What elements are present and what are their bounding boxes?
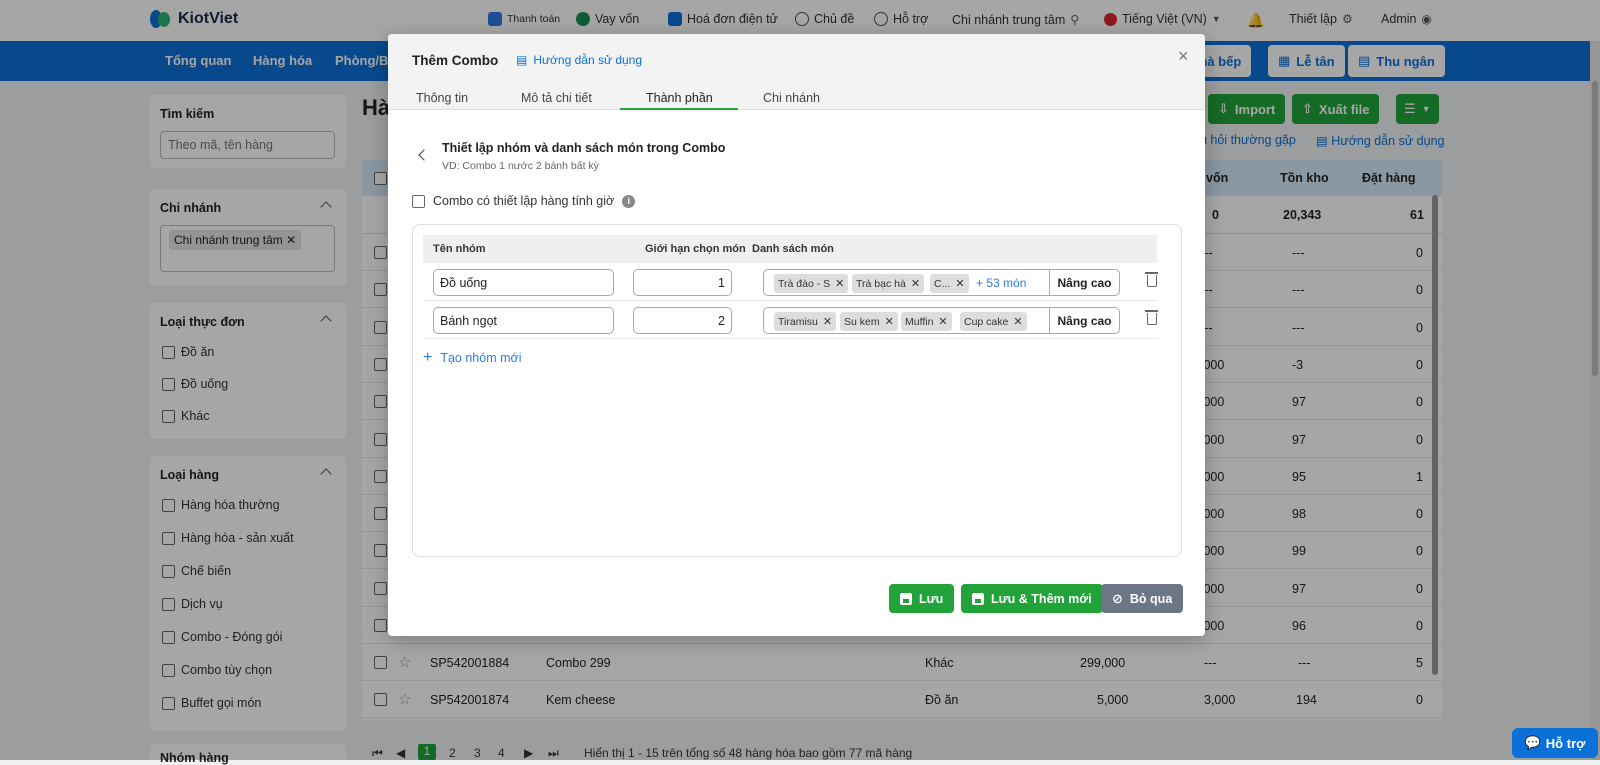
- item-tag: C... ✕: [930, 274, 969, 293]
- trash-icon[interactable]: [1145, 310, 1158, 325]
- tab-components[interactable]: Thành phần: [646, 91, 713, 105]
- tab-info[interactable]: Thông tin: [416, 91, 468, 105]
- item-list-field[interactable]: Tiramisu ✕ Su kem ✕ Muffin ✕ Cup cake ✕ Nâng…: [763, 307, 1120, 334]
- tab-description[interactable]: Mô tả chi tiết: [521, 91, 592, 105]
- groups-box: Tên nhóm Giới hạn chọn món Danh sách món…: [412, 224, 1182, 557]
- timed-combo-option[interactable]: Combo có thiết lập hàng tính giờ i: [412, 194, 636, 208]
- trash-icon[interactable]: [1145, 272, 1158, 287]
- close-icon[interactable]: ✕: [911, 278, 920, 290]
- close-icon[interactable]: ✕: [955, 278, 964, 290]
- item-tag: Trà bạc hà ✕: [852, 274, 925, 293]
- item-tag: Trà đào - S ✕: [774, 274, 849, 293]
- group-name-input[interactable]: Đồ uống: [433, 269, 614, 296]
- group-limit-input[interactable]: 1: [633, 269, 732, 296]
- close-icon[interactable]: ✕: [835, 278, 844, 290]
- close-icon[interactable]: ✕: [1013, 316, 1022, 328]
- close-icon[interactable]: ✕: [823, 316, 832, 328]
- tab-branch[interactable]: Chi nhánh: [763, 91, 820, 105]
- close-icon[interactable]: ✕: [938, 316, 947, 328]
- chat-icon: 💬: [1524, 735, 1541, 750]
- more-items-link[interactable]: + 53 món: [976, 276, 1026, 290]
- group-name-input[interactable]: Bánh ngọt: [433, 307, 614, 334]
- close-icon[interactable]: ×: [1178, 46, 1189, 67]
- section-subtitle: VD: Combo 1 nước 2 bánh bất kỳ: [442, 160, 599, 172]
- groups-header: Tên nhóm Giới hạn chọn món Danh sách món: [423, 235, 1157, 263]
- item-list-field[interactable]: Trà đào - S ✕ Trà bạc hà ✕ C... ✕ + 53 món …: [763, 269, 1120, 296]
- back-arrow-icon[interactable]: [418, 149, 430, 161]
- item-tag: Cup cake ✕: [960, 312, 1027, 331]
- save-icon: [900, 592, 912, 605]
- cancel-icon: ⊘: [1112, 590, 1123, 606]
- section-title: Thiết lập nhóm và danh sách món trong Co…: [442, 141, 726, 155]
- skip-button[interactable]: ⊘ Bỏ qua: [1101, 584, 1184, 613]
- item-tag: Su kem ✕: [840, 312, 898, 331]
- timed-combo-checkbox[interactable]: [412, 194, 425, 208]
- save-button[interactable]: Lưu: [889, 584, 955, 613]
- group-row: Bánh ngọt 2 Tiramisu ✕ Su kem ✕ Muffin ✕ Cu…: [423, 301, 1158, 339]
- active-tab-indicator: [620, 108, 738, 110]
- info-icon[interactable]: i: [622, 194, 636, 208]
- modal-title: Thêm Combo: [412, 53, 499, 68]
- plus-icon: +: [423, 349, 433, 366]
- item-tag: Muffin ✕: [901, 312, 952, 331]
- item-tag: Tiramisu ✕: [774, 312, 837, 331]
- save-and-new-button[interactable]: Lưu & Thêm mới: [961, 584, 1103, 613]
- group-limit-input[interactable]: 2: [633, 307, 732, 334]
- modal-guide-link[interactable]: ▤ Hướng dẫn sử dụng: [516, 53, 642, 67]
- advanced-button[interactable]: Nâng cao: [1049, 308, 1119, 333]
- add-group-button[interactable]: + Tạo nhóm mới: [423, 349, 521, 367]
- close-icon[interactable]: ✕: [885, 316, 894, 328]
- add-combo-modal: Thêm Combo ▤ Hướng dẫn sử dụng × Thông ti…: [388, 34, 1205, 636]
- group-row: Đồ uống 1 Trà đào - S ✕ Trà bạc hà ✕ C... ✕…: [423, 263, 1158, 301]
- book-icon: ▤: [516, 53, 528, 67]
- advanced-button[interactable]: Nâng cao: [1049, 270, 1119, 295]
- save-icon: [972, 592, 984, 605]
- support-chat-button[interactable]: 💬 Hỗ trợ: [1512, 728, 1598, 758]
- modal-header: Thêm Combo ▤ Hướng dẫn sử dụng × Thông ti…: [388, 34, 1205, 110]
